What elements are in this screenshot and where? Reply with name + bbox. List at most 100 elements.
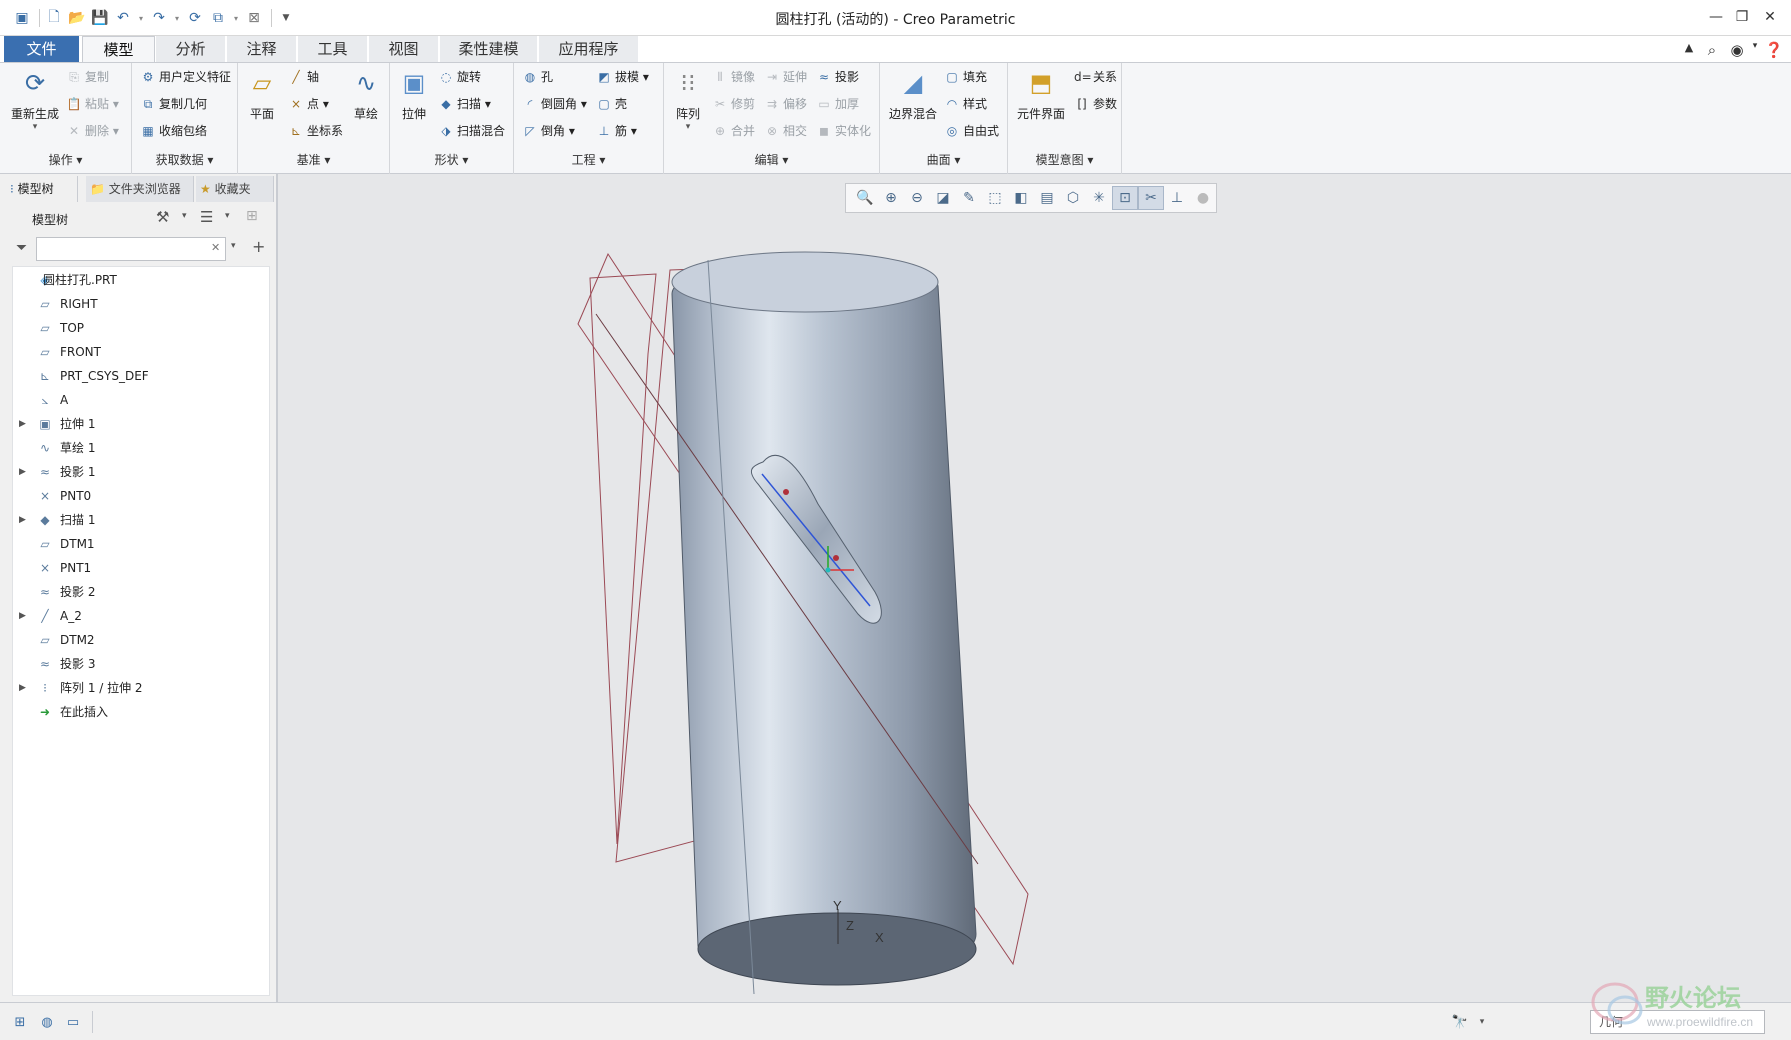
point-pnt1[interactable] — [833, 555, 839, 561]
regenerate-icon[interactable]: ⟳ — [185, 8, 205, 28]
paste-button[interactable]: 📋 粘贴 ▾ — [66, 94, 119, 114]
reorient-icon[interactable]: ✎ — [956, 186, 982, 210]
zoom-out-icon[interactable]: ⊖ — [904, 186, 930, 210]
tree-item[interactable]: ⦣ A — [13, 389, 269, 411]
tab-view[interactable]: 视图 — [369, 36, 439, 62]
regenerate-button[interactable]: ⟳ 重新生成 ▾ — [6, 67, 64, 132]
collapse-ribbon-icon[interactable]: ▲ — [1679, 41, 1699, 54]
tab-favorites[interactable]: ★ 收藏夹 — [196, 176, 274, 202]
group-label-get-data[interactable]: 获取数据 ▾ — [132, 151, 237, 168]
help-icon[interactable]: ❓ — [1764, 41, 1784, 59]
intersect-button[interactable]: ⊗ 相交 — [764, 121, 807, 141]
sweep-button[interactable]: ◆ 扫描 ▾ — [438, 94, 490, 114]
open-folder-icon[interactable]: 📂 — [67, 8, 87, 28]
layer-tree-icon[interactable]: ⊞ — [246, 208, 258, 224]
display-style-icon[interactable]: ◧ — [1008, 186, 1034, 210]
save-icon[interactable]: 💾 — [90, 8, 110, 28]
group-label-operations[interactable]: 操作 ▾ — [0, 151, 131, 168]
close-button[interactable]: ✕ — [1757, 6, 1783, 28]
revolve-button[interactable]: ◌ 旋转 — [438, 67, 481, 87]
perspective-icon[interactable]: ⬡ — [1060, 186, 1086, 210]
copy-button[interactable]: ⎘ 复制 — [66, 67, 109, 87]
browser-toggle-icon[interactable]: ◍ — [37, 1012, 57, 1032]
tree-item[interactable]: ▶ ╱ A_2 — [13, 605, 269, 627]
extend-button[interactable]: ⇥ 延伸 — [764, 67, 807, 87]
group-label-datum[interactable]: 基准 ▾ — [238, 151, 389, 168]
search-options-dropdown-icon[interactable]: ▾ — [231, 241, 236, 251]
redo-dropdown-icon[interactable]: ▾ — [172, 8, 182, 28]
undo-dropdown-icon[interactable]: ▾ — [136, 8, 146, 28]
minimize-button[interactable]: — — [1703, 6, 1729, 28]
tree-item[interactable]: ≈ 投影 2 — [13, 581, 269, 603]
close-window-icon[interactable]: ⊠ — [244, 8, 264, 28]
project-button[interactable]: ≈ 投影 — [816, 67, 859, 87]
tree-item[interactable]: ▱ RIGHT — [13, 293, 269, 315]
tree-item[interactable]: ▱ DTM2 — [13, 629, 269, 651]
shrinkwrap-button[interactable]: ▦ 收缩包络 — [140, 121, 207, 141]
expand-arrow-icon[interactable]: ▶ — [19, 413, 29, 435]
saved-orientations-icon[interactable]: ⬚ — [982, 186, 1008, 210]
tree-item[interactable]: ▶ ◆ 扫描 1 — [13, 509, 269, 531]
redo-icon[interactable]: ↷ — [149, 8, 169, 28]
delete-button[interactable]: ✕ 删除 ▾ — [66, 121, 119, 141]
udf-button[interactable]: ⚙ 用户定义特征 — [140, 67, 231, 87]
find-dropdown-icon[interactable]: ▾ — [1472, 1012, 1492, 1032]
tree-search-input[interactable] — [36, 237, 226, 261]
tab-analysis[interactable]: 分析 — [156, 36, 226, 62]
show-dropdown-icon[interactable]: ▾ — [225, 211, 230, 221]
tab-annotate[interactable]: 注释 — [227, 36, 297, 62]
chamfer-button[interactable]: ◸ 倒角 ▾ — [522, 121, 574, 141]
tab-model-tree[interactable]: ⁝ 模型树 — [6, 176, 78, 202]
expand-arrow-icon[interactable]: ▶ — [19, 677, 29, 699]
repaint-icon[interactable]: ◪ — [930, 186, 956, 210]
annotation-display-icon[interactable]: ⊡ — [1112, 186, 1138, 210]
refit-icon[interactable]: 🔍 — [852, 186, 878, 210]
tree-settings-dropdown-icon[interactable]: ▾ — [182, 211, 187, 221]
view-manager-icon[interactable]: ▤ — [1034, 186, 1060, 210]
round-button[interactable]: ◜ 倒圆角 ▾ — [522, 94, 587, 114]
extrude-button[interactable]: ▣ 拉伸 — [394, 67, 434, 122]
tree-item[interactable]: ▶ ⁝ 阵列 1 / 拉伸 2 — [13, 677, 269, 699]
fullscreen-icon[interactable]: ▭ — [63, 1012, 83, 1032]
tab-tools[interactable]: 工具 — [298, 36, 368, 62]
datum-plane-right[interactable] — [589, 273, 657, 845]
component-interface-button[interactable]: ⬒ 元件界面 — [1012, 67, 1070, 122]
expand-arrow-icon[interactable]: ▶ — [19, 509, 29, 531]
tree-item[interactable]: × PNT1 — [13, 557, 269, 579]
tree-item[interactable]: ≈ 投影 3 — [13, 653, 269, 675]
group-label-surfaces[interactable]: 曲面 ▾ — [880, 151, 1007, 168]
relations-button[interactable]: d=关系 — [1074, 67, 1117, 87]
tab-model[interactable]: 模型 — [82, 36, 155, 62]
new-file-icon[interactable]: 🗋 — [44, 8, 64, 28]
tree-item[interactable]: ∿ 草绘 1 — [13, 437, 269, 459]
style-button[interactable]: ◠ 样式 — [944, 94, 987, 114]
tree-settings-icon[interactable]: ⚒ — [156, 208, 169, 226]
group-label-engineering[interactable]: 工程 ▾ — [514, 151, 663, 168]
tree-item[interactable]: ⊾ PRT_CSYS_DEF — [13, 365, 269, 387]
navigator-toggle-icon[interactable]: ⊞ — [10, 1012, 30, 1032]
show-icon[interactable]: ☰ — [200, 208, 213, 226]
point-pnt0[interactable] — [783, 489, 789, 495]
tree-item[interactable]: ▱ TOP — [13, 317, 269, 339]
csys-button[interactable]: ⊾ 坐标系 — [288, 121, 343, 141]
regenerate-dropdown-icon[interactable]: ▾ — [6, 122, 64, 132]
community-icon[interactable]: ◉ — [1727, 41, 1747, 59]
windows-icon[interactable]: ⧉ — [208, 8, 228, 28]
axis-button[interactable]: ╱ 轴 — [288, 67, 319, 87]
swept-blend-button[interactable]: ⬗ 扫描混合 — [438, 121, 505, 141]
cylinder-body[interactable] — [671, 258, 977, 978]
tree-item[interactable]: ◈ 圆柱打孔.PRT — [13, 269, 269, 291]
group-label-shapes[interactable]: 形状 ▾ — [390, 151, 513, 168]
expand-arrow-icon[interactable]: ▶ — [19, 605, 29, 627]
model-view[interactable]: Y Z X — [278, 174, 1791, 1002]
boundary-blend-button[interactable]: ◢ 边界混合 — [884, 67, 942, 122]
shell-button[interactable]: ▢ 壳 — [596, 94, 627, 114]
draft-button[interactable]: ◩ 拔模 ▾ — [596, 67, 649, 87]
tree-item[interactable]: ▶ ▣ 拉伸 1 — [13, 413, 269, 435]
find-icon[interactable]: 🔭 — [1450, 1012, 1470, 1032]
add-column-icon[interactable]: + — [252, 237, 265, 256]
tree-item[interactable]: ➜ 在此插入 — [13, 701, 269, 723]
tree-item[interactable]: ▱ DTM1 — [13, 533, 269, 555]
undo-icon[interactable]: ↶ — [113, 8, 133, 28]
merge-button[interactable]: ⊕ 合并 — [712, 121, 755, 141]
